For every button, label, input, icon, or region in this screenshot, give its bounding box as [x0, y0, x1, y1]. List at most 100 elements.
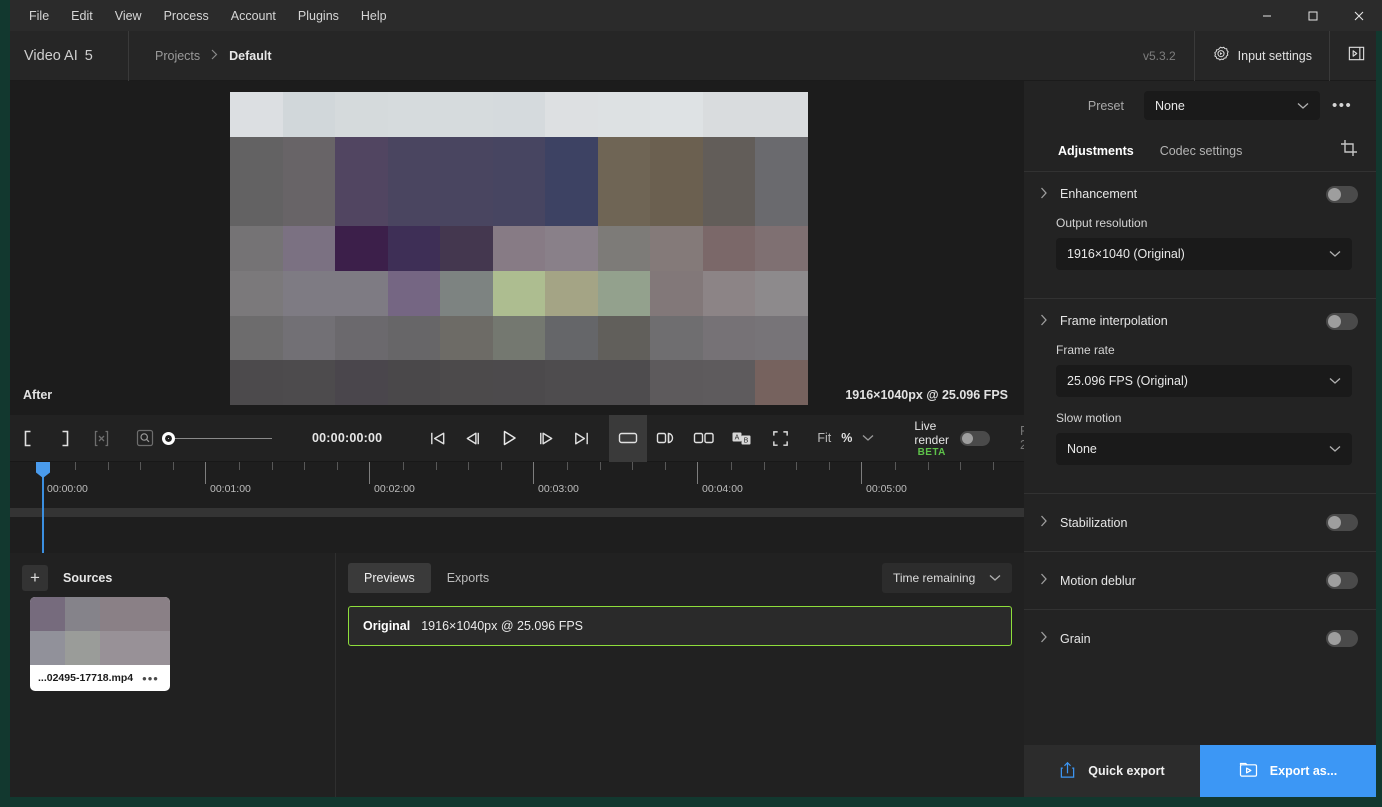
video-preview-area[interactable]: After 1916×1040px @ 25.096 FPS: [10, 81, 1024, 415]
menu-edit[interactable]: Edit: [60, 3, 104, 29]
zoom-slider-handle[interactable]: [162, 432, 175, 445]
preview-resolution-label: 1916×1040px @ 25.096 FPS: [845, 388, 1008, 402]
chevron-down-icon: [862, 431, 874, 445]
ruler-tick-minor: [468, 462, 469, 470]
gear-icon: [1212, 46, 1229, 66]
chevron-down-icon: [1329, 442, 1341, 456]
skip-to-end-button[interactable]: [563, 415, 599, 462]
preset-select[interactable]: None: [1144, 91, 1320, 120]
minimize-button[interactable]: [1244, 0, 1290, 31]
mark-group: [10, 415, 120, 462]
transport-controls: [410, 415, 599, 462]
close-button[interactable]: [1336, 0, 1382, 31]
app-name: Video AI: [24, 48, 78, 64]
live-render-control[interactable]: Live render BETA: [888, 419, 990, 458]
frame-rate-select[interactable]: 25.096 FPS (Original): [1056, 365, 1352, 397]
ruler-tick-minor: [829, 462, 830, 470]
section-stabilization-header[interactable]: Stabilization: [1024, 494, 1376, 551]
menu-file[interactable]: File: [18, 3, 60, 29]
menu-help[interactable]: Help: [350, 3, 398, 29]
chevron-down-icon: [1329, 374, 1341, 388]
ruler-tick-label: 00:05:00: [861, 483, 907, 495]
sources-title: Sources: [63, 571, 112, 585]
section-grain-header[interactable]: Grain: [1024, 610, 1376, 667]
ruler-tick-minor: [304, 462, 305, 470]
section-frame-interpolation-toggle[interactable]: [1326, 313, 1358, 330]
chevron-down-icon: [1297, 99, 1309, 113]
input-settings-button[interactable]: Input settings: [1194, 31, 1330, 81]
svg-text:B: B: [744, 437, 749, 444]
view-side-by-side-button[interactable]: [685, 415, 723, 462]
quick-export-button[interactable]: Quick export: [1024, 745, 1200, 797]
ruler-tick-minor: [600, 462, 601, 470]
tab-exports[interactable]: Exports: [431, 563, 505, 593]
fullscreen-button[interactable]: [761, 415, 799, 462]
video-frame: [230, 92, 808, 405]
section-motion-deblur-header[interactable]: Motion deblur: [1024, 552, 1376, 609]
preview-row-original[interactable]: Original 1916×1040px @ 25.096 FPS: [348, 606, 1012, 646]
maximize-button[interactable]: [1290, 0, 1336, 31]
breadcrumb-current[interactable]: Default: [229, 49, 271, 63]
skip-to-start-button[interactable]: [419, 415, 455, 462]
zoom-slider-group[interactable]: [120, 415, 272, 462]
source-item[interactable]: ...02495-17718.mp4 •••: [30, 597, 170, 691]
share-upload-icon: [1059, 761, 1076, 782]
breadcrumb-projects[interactable]: Projects: [155, 49, 200, 63]
live-render-text: Live render BETA: [914, 419, 949, 458]
add-source-button[interactable]: +: [22, 565, 48, 591]
mark-out-button[interactable]: [46, 415, 82, 462]
view-single-button[interactable]: [609, 415, 647, 462]
section-motion-deblur: Motion deblur: [1024, 552, 1376, 610]
source-meta: ...02495-17718.mp4 •••: [30, 665, 170, 691]
source-menu-button[interactable]: •••: [142, 671, 159, 686]
tab-codec-settings[interactable]: Codec settings: [1160, 144, 1243, 158]
timeline-ruler[interactable]: 00:00:0000:01:0000:02:0000:03:0000:04:00…: [10, 462, 1024, 502]
step-back-button[interactable]: [455, 415, 491, 462]
section-stabilization-toggle[interactable]: [1326, 514, 1358, 531]
menu-plugins[interactable]: Plugins: [287, 3, 350, 29]
clear-marks-button[interactable]: [82, 415, 120, 462]
zoom-slider-track[interactable]: [175, 438, 272, 439]
menu-view[interactable]: View: [104, 3, 153, 29]
menu-process[interactable]: Process: [153, 3, 220, 29]
live-render-toggle[interactable]: [960, 431, 990, 446]
output-resolution-select[interactable]: 1916×1040 (Original): [1056, 238, 1352, 270]
preview-after-label: After: [23, 388, 52, 402]
section-enhancement-toggle[interactable]: [1326, 186, 1358, 203]
step-forward-button[interactable]: [527, 415, 563, 462]
ruler-tick-minor: [436, 462, 437, 470]
zoom-icon[interactable]: [128, 415, 162, 462]
timeline-playhead[interactable]: [42, 462, 44, 553]
toggle-right-panel-button[interactable]: [1330, 31, 1382, 81]
chevron-right-icon: [1040, 573, 1060, 588]
section-grain-toggle[interactable]: [1326, 630, 1358, 647]
tab-adjustments[interactable]: Adjustments: [1058, 144, 1134, 158]
mark-in-button[interactable]: [10, 415, 46, 462]
live-render-label: Live render: [914, 419, 949, 447]
section-enhancement-header[interactable]: Enhancement: [1024, 172, 1376, 216]
app-window: File Edit View Process Account Plugins H…: [0, 0, 1382, 807]
slow-motion-select[interactable]: None: [1056, 433, 1352, 465]
crop-button[interactable]: [1340, 139, 1376, 162]
export-as-button[interactable]: Export as...: [1200, 745, 1376, 797]
field-output-resolution: Output resolution 1916×1040 (Original): [1024, 216, 1376, 270]
view-mode-controls: A B: [609, 415, 799, 462]
play-button[interactable]: [491, 415, 527, 462]
view-compare-ab-button[interactable]: A B: [723, 415, 761, 462]
preset-more-button[interactable]: •••: [1320, 97, 1360, 114]
ruler-tick-label: 00:00:00: [42, 483, 88, 495]
ruler-tick-minor: [337, 462, 338, 470]
tab-previews[interactable]: Previews: [348, 563, 431, 593]
section-motion-deblur-toggle[interactable]: [1326, 572, 1358, 589]
view-split-button[interactable]: [647, 415, 685, 462]
preview-row-info: 1916×1040px @ 25.096 FPS: [421, 619, 583, 633]
section-stabilization: Stabilization: [1024, 494, 1376, 552]
timeline-track[interactable]: [10, 508, 1024, 517]
sort-by-select[interactable]: Time remaining: [882, 563, 1012, 593]
timeline[interactable]: 00:00:0000:01:0000:02:0000:03:0000:04:00…: [10, 462, 1024, 553]
zoom-fit-select[interactable]: Fit %: [799, 431, 888, 445]
ruler-tick-major: [697, 462, 698, 484]
section-frame-interpolation-header[interactable]: Frame interpolation: [1024, 299, 1376, 343]
menu-account[interactable]: Account: [220, 3, 287, 29]
field-frame-rate: Frame rate 25.096 FPS (Original) Slow mo…: [1024, 343, 1376, 465]
